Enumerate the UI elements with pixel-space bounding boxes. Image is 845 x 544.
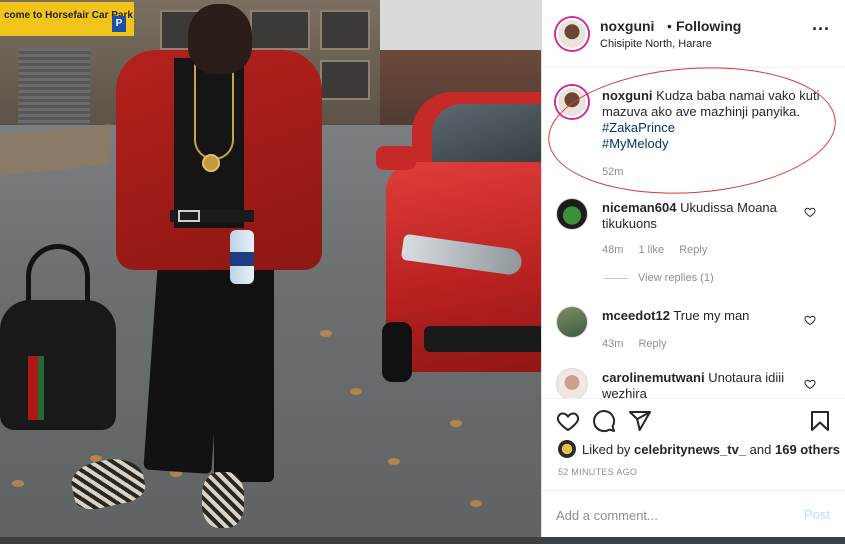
comment-text: True my man — [673, 308, 750, 323]
following-button[interactable]: Following — [676, 18, 741, 34]
red-car — [376, 92, 541, 382]
likes-prefix: Liked by — [582, 442, 635, 457]
post-timestamp: 52 MINUTES AGO — [558, 467, 638, 477]
reply-button[interactable]: Reply — [638, 338, 666, 350]
commenter-avatar[interactable] — [556, 306, 588, 338]
comment-bar: Post — [542, 490, 845, 536]
post-photo[interactable]: come to Horsefair Car Park P — [0, 0, 541, 537]
author-avatar[interactable] — [556, 18, 588, 50]
post-sidebar: noxguni • Following Chisipite North, Har… — [541, 0, 845, 544]
liker-avatar[interactable] — [558, 440, 576, 458]
likes-summary: Liked by celebritynews_tv_ and 169 other… — [582, 442, 840, 457]
comment-age: 43m — [602, 338, 624, 350]
share-icon[interactable] — [628, 409, 652, 433]
action-bar — [542, 398, 845, 444]
post-location[interactable]: Chisipite North, Harare — [600, 38, 712, 50]
comment-age: 48m — [602, 244, 624, 256]
likes-count-link[interactable]: 169 others — [775, 442, 840, 457]
post-header: noxguni • Following Chisipite North, Har… — [542, 0, 845, 68]
comment-username[interactable]: carolinemutwani — [602, 370, 705, 385]
hashtag-link[interactable]: #ZakaPrince — [602, 120, 834, 136]
comment-icon[interactable] — [592, 409, 616, 433]
like-heart-icon[interactable] — [556, 409, 580, 433]
bottom-strip — [0, 537, 845, 544]
add-comment-input[interactable] — [556, 505, 786, 525]
commenter-avatar[interactable] — [556, 368, 588, 398]
more-options-icon[interactable]: ··· — [810, 20, 832, 42]
comment-item: carolinemutwani Unotaura idiii wezhira — [542, 368, 845, 398]
hashtag-link[interactable]: #MyMelody — [602, 136, 834, 152]
post-comment-button[interactable]: Post — [804, 507, 830, 522]
view-replies-link[interactable]: View replies (1) — [604, 272, 714, 284]
header-separator: • — [667, 18, 672, 34]
reply-button[interactable]: Reply — [679, 244, 707, 256]
heart-icon[interactable] — [804, 314, 816, 326]
view-replies-label: View replies (1) — [638, 272, 714, 284]
liker-username[interactable]: celebritynews_tv_ — [634, 442, 746, 457]
comment-likes[interactable]: 1 like — [638, 244, 664, 256]
heart-icon[interactable] — [804, 378, 816, 390]
man-in-red-jacket — [0, 0, 340, 537]
duffel-bag — [0, 300, 116, 430]
likes-middle: and — [746, 442, 775, 457]
bookmark-icon[interactable] — [808, 409, 832, 433]
caption-avatar[interactable] — [556, 86, 588, 118]
author-username[interactable]: noxguni — [600, 18, 654, 34]
comment-username[interactable]: mceedot12 — [602, 308, 670, 323]
commenter-avatar[interactable] — [556, 198, 588, 230]
caption-username[interactable]: noxguni — [602, 88, 653, 103]
caption-age: 52m — [602, 166, 624, 178]
heart-icon[interactable] — [804, 206, 816, 218]
comment-username[interactable]: niceman604 — [602, 200, 676, 215]
